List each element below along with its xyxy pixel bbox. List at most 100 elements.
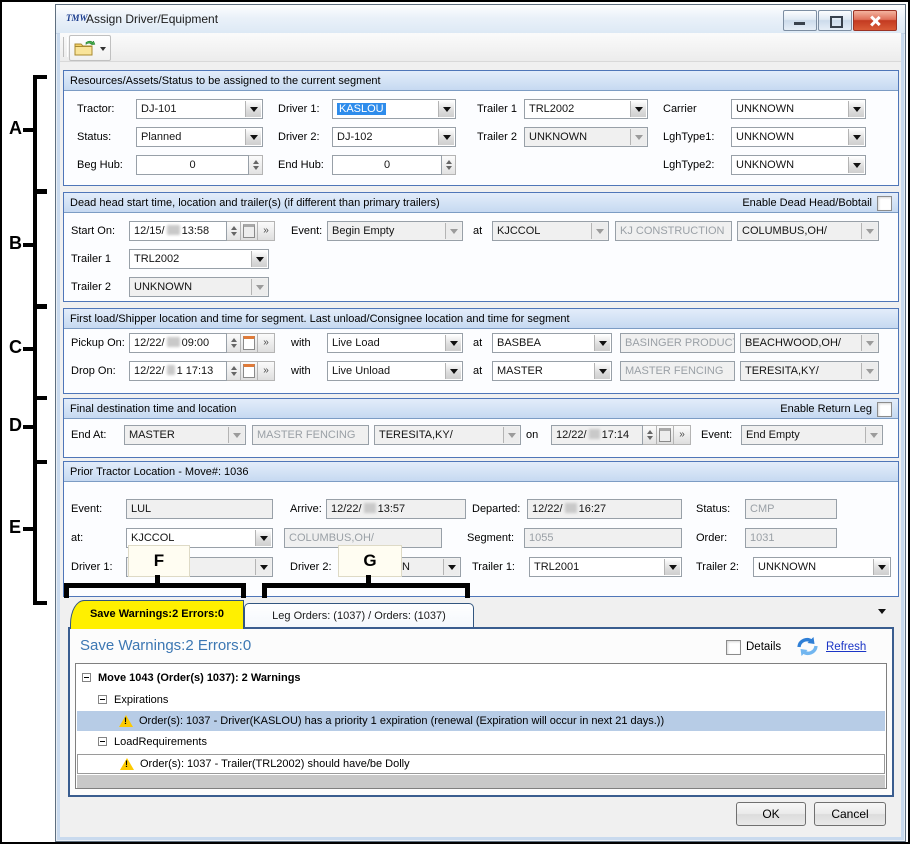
spin-down-icon xyxy=(643,435,656,444)
more-button[interactable]: » xyxy=(258,361,275,381)
drop-datetime[interactable]: 12/22/1 17:13 » xyxy=(129,361,275,381)
status-combo[interactable]: Planned xyxy=(136,127,263,147)
lghtype2-combo[interactable]: UNKNOWN xyxy=(731,155,866,175)
tree-root-item[interactable]: Move 1043 (Order(s) 1037): 2 Warnings xyxy=(98,670,301,686)
details-checkbox[interactable] xyxy=(726,640,741,655)
chevron-down-icon[interactable] xyxy=(848,129,864,145)
chevron-down-icon[interactable] xyxy=(873,559,889,575)
bracket-b xyxy=(33,190,47,308)
chevron-down-icon[interactable] xyxy=(848,157,864,173)
drop-event-combo[interactable]: Live Unload xyxy=(327,361,463,381)
value-text: DJ-102 xyxy=(337,131,372,143)
dh-trailer1-combo[interactable]: TRL2002 xyxy=(129,249,269,269)
pickup-event-combo[interactable]: Live Load xyxy=(327,333,463,353)
spin-down-icon[interactable] xyxy=(249,165,262,174)
close-button[interactable] xyxy=(853,10,897,31)
chevron-down-icon[interactable] xyxy=(445,335,461,351)
pickup-location-combo[interactable]: BASBEA xyxy=(492,333,612,353)
endhub-stepper[interactable]: 0 xyxy=(332,155,456,175)
driver1-combo[interactable]: KASLOU xyxy=(332,99,456,119)
chevron-down-icon[interactable] xyxy=(438,101,454,117)
departed-field: 12/22/16:27 xyxy=(527,499,682,519)
tree-group-label[interactable]: Expirations xyxy=(114,692,168,708)
date-text[interactable]: 12/22/09:00 xyxy=(129,333,227,353)
collapse-toggle-icon[interactable] xyxy=(98,695,107,704)
chevron-down-icon[interactable] xyxy=(594,335,610,351)
chevron-down-icon[interactable] xyxy=(438,129,454,145)
date-spinner[interactable] xyxy=(227,361,241,381)
more-button[interactable]: » xyxy=(258,333,275,353)
chevron-down-icon[interactable] xyxy=(245,129,261,145)
calendar-button[interactable] xyxy=(241,333,258,353)
calendar-button[interactable] xyxy=(241,361,258,381)
starton-datetime[interactable]: 12/15/13:58 » xyxy=(129,221,275,241)
refresh-link[interactable]: Refresh xyxy=(826,641,866,653)
warning-row[interactable]: Order(s): 1037 - Trailer(TRL2002) should… xyxy=(77,754,885,774)
value-text: N xyxy=(402,561,410,573)
chevron-down-icon[interactable] xyxy=(630,101,646,117)
chevron-down-icon[interactable] xyxy=(664,559,680,575)
tab-save-warnings[interactable]: Save Warnings:2 Errors:0 xyxy=(70,600,244,629)
tab-leg-orders[interactable]: Leg Orders: (1037) / Orders: (1037) xyxy=(244,603,474,629)
chevron-down-icon[interactable] xyxy=(255,530,271,546)
refresh-icon[interactable] xyxy=(794,635,821,658)
driver2-combo[interactable]: DJ-102 xyxy=(332,127,456,147)
enable-return-leg-checkbox[interactable] xyxy=(877,402,892,417)
calendar-button xyxy=(657,425,674,445)
carrier-combo[interactable]: UNKNOWN xyxy=(731,99,866,119)
cancel-button[interactable]: Cancel xyxy=(814,802,886,826)
trailer1-combo[interactable]: TRL2002 xyxy=(524,99,648,119)
open-folder-button[interactable] xyxy=(69,35,111,61)
calendar-button[interactable] xyxy=(241,221,258,241)
chevron-down-icon[interactable] xyxy=(594,363,610,379)
tab-overflow-icon[interactable] xyxy=(878,609,886,618)
pickup-datetime[interactable]: 12/22/09:00 » xyxy=(129,333,275,353)
chevron-down-icon[interactable] xyxy=(255,559,271,575)
lghtype1-combo[interactable]: UNKNOWN xyxy=(731,127,866,147)
spin-down-icon[interactable] xyxy=(227,231,240,240)
date-text[interactable]: 12/22/1 17:13 xyxy=(129,361,227,381)
maximize-button[interactable] xyxy=(818,10,852,31)
date-spinner[interactable] xyxy=(227,221,241,241)
spin-down-icon[interactable] xyxy=(442,165,455,174)
chevron-down-icon[interactable] xyxy=(245,101,261,117)
section-resources-header: Resources/Assets/Status to be assigned t… xyxy=(64,71,898,91)
tractor-combo[interactable]: DJ-101 xyxy=(136,99,263,119)
chevron-down-icon[interactable] xyxy=(443,559,459,575)
chevron-down-icon[interactable] xyxy=(848,101,864,117)
chevron-down-icon[interactable] xyxy=(445,363,461,379)
spin-up-icon[interactable] xyxy=(227,362,240,371)
spin-up-icon[interactable] xyxy=(249,156,262,165)
dh-trailer2-label: Trailer 2 xyxy=(71,277,111,297)
end-event-combo: End Empty xyxy=(741,425,883,445)
beghub-stepper[interactable]: 0 xyxy=(136,155,263,175)
date-spinner[interactable] xyxy=(227,333,241,353)
collapse-toggle-icon[interactable] xyxy=(98,737,107,746)
prior-trailer1-combo[interactable]: TRL2001 xyxy=(529,557,682,577)
prior-trailer2-combo[interactable]: UNKNOWN xyxy=(753,557,891,577)
drop-location-combo[interactable]: MASTER xyxy=(492,361,612,381)
date-text[interactable]: 12/15/13:58 xyxy=(129,221,227,241)
redacted-text xyxy=(364,503,376,513)
minimize-button[interactable] xyxy=(783,10,817,31)
spinner-buttons[interactable] xyxy=(442,155,456,175)
warning-row[interactable]: Order(s): 1037 - Driver(KASLOU) has a pr… xyxy=(77,711,885,731)
collapse-toggle-icon[interactable] xyxy=(82,673,91,682)
toolbar xyxy=(60,33,901,62)
more-button[interactable]: » xyxy=(258,221,275,241)
spin-up-icon[interactable] xyxy=(442,156,455,165)
spin-down-icon[interactable] xyxy=(227,371,240,380)
spin-up-icon[interactable] xyxy=(227,222,240,231)
chevrons-right-icon: » xyxy=(263,366,269,376)
with-label: with xyxy=(291,333,311,353)
spin-down-icon[interactable] xyxy=(227,343,240,352)
spin-up-icon[interactable] xyxy=(227,334,240,343)
spinner-buttons[interactable] xyxy=(249,155,263,175)
tree-group-label[interactable]: LoadRequirements xyxy=(114,734,207,750)
chevron-down-icon[interactable] xyxy=(251,251,267,267)
ok-button[interactable]: OK xyxy=(736,802,806,826)
enable-deadhead-checkbox[interactable] xyxy=(877,196,892,211)
chevron-down-icon xyxy=(861,223,877,239)
arrive-label: Arrive: xyxy=(290,499,322,519)
bracket-c xyxy=(33,305,47,400)
